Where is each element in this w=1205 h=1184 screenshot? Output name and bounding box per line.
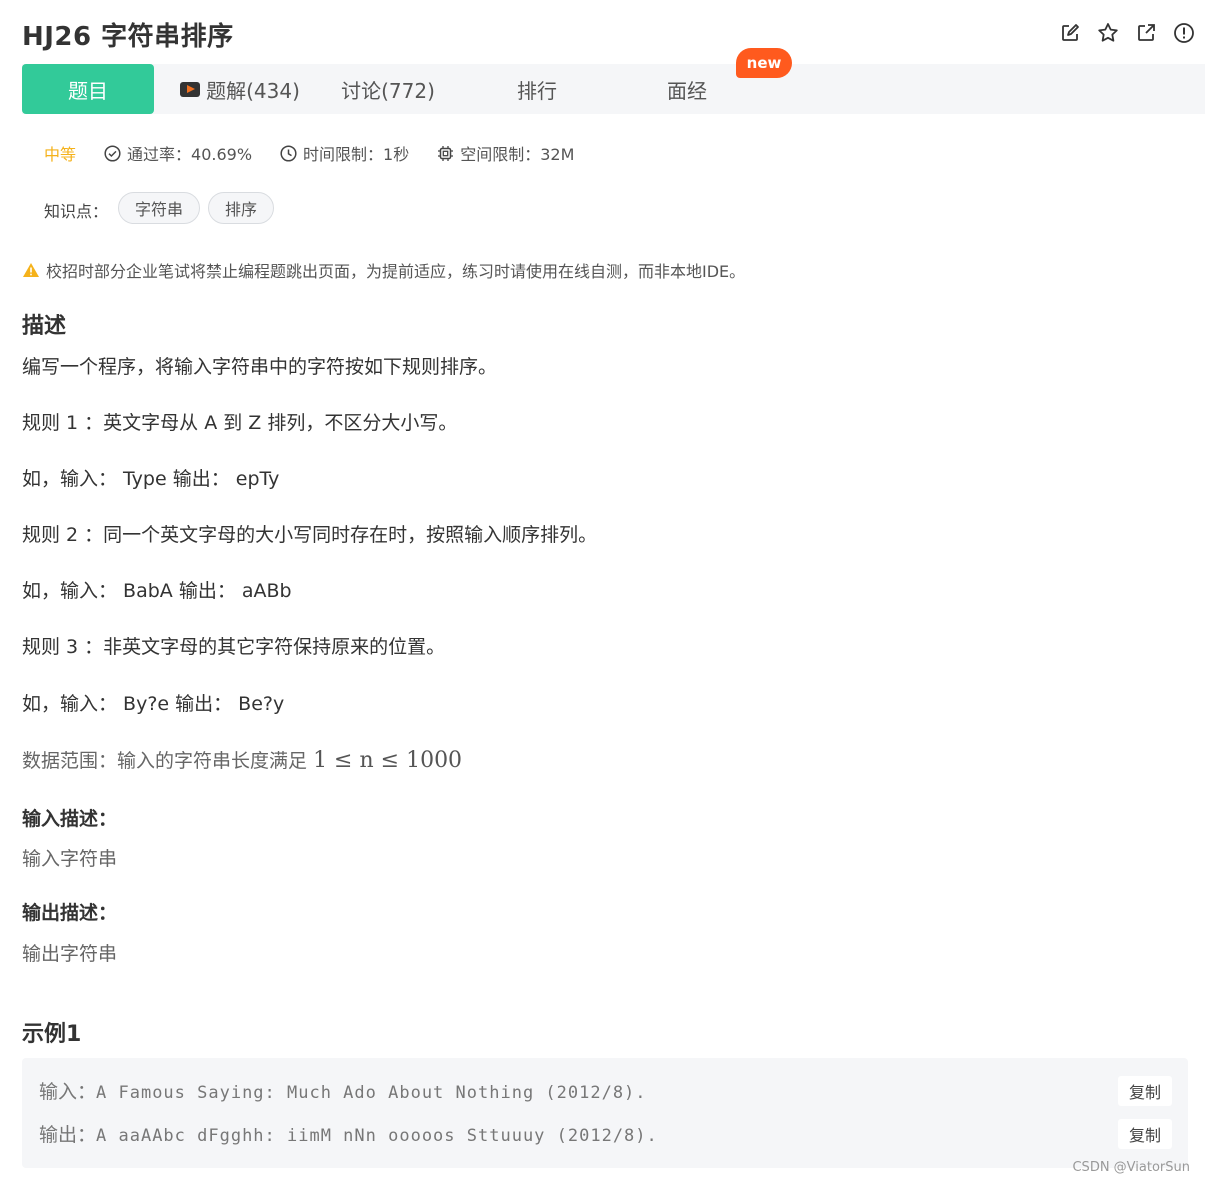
- tab-bar: 题目 题解(434) 讨论(772) 排行 面经: [22, 64, 1205, 114]
- desc-paragraph: 如，输入： Type 输出： epTy: [22, 468, 280, 490]
- data-range-text: 数据范围：输入的字符串长度满足: [22, 750, 308, 772]
- star-icon[interactable]: [1089, 22, 1127, 44]
- watermark: CSDN @ViatorSun: [1072, 1160, 1190, 1175]
- tab-problem[interactable]: 题目: [22, 64, 154, 114]
- tab-ranking[interactable]: 排行: [512, 64, 562, 114]
- desc-paragraph: 编写一个程序，将输入字符串中的字符按如下规则排序。: [22, 356, 498, 378]
- tag-sort[interactable]: 排序: [208, 192, 275, 224]
- pass-rate-text: 通过率：40.69%: [127, 145, 253, 164]
- title-actions: [1051, 22, 1203, 44]
- tab-label: 面经: [667, 78, 707, 103]
- description-heading: 描述: [22, 314, 67, 339]
- example-input-label: 输入：: [39, 1081, 97, 1103]
- info-icon[interactable]: [1165, 22, 1203, 44]
- edit-icon[interactable]: [1051, 22, 1089, 44]
- data-range: 数据范围：输入的字符串长度满足 1 ≤ n ≤ 1000: [22, 746, 462, 773]
- chip-icon: [438, 145, 454, 161]
- external-link-icon[interactable]: [1127, 22, 1165, 44]
- tab-interview[interactable]: 面经: [662, 64, 712, 114]
- difficulty-label: 中等: [44, 145, 77, 164]
- tab-label: 讨论(772): [341, 78, 435, 103]
- data-range-math: 1 ≤ n ≤ 1000: [313, 748, 463, 773]
- desc-paragraph: 规则 3 ：非英文字母的其它字符保持原来的位置。: [22, 636, 446, 658]
- copy-output-button[interactable]: 复制: [1118, 1119, 1172, 1149]
- warning-notice: 校招时部分企业笔试将禁止编程题跳出页面，为提前适应，练习时请使用在线自测，而非本…: [22, 258, 745, 282]
- example-output-label: 输出：: [39, 1124, 97, 1146]
- knowledge-tags: 知识点： 字符串 排序: [44, 192, 282, 224]
- tab-solutions[interactable]: 题解(434): [180, 64, 300, 114]
- desc-paragraph: 规则 2 ：同一个英文字母的大小写同时存在时，按照输入顺序排列。: [22, 524, 598, 546]
- desc-paragraph: 规则 1 ：英文字母从 A 到 Z 排列，不区分大小写。: [22, 412, 458, 434]
- meta-row: 中等 通过率：40.69% 时间限制：1秒 空间限制：32M: [44, 140, 602, 166]
- space-limit-text: 空间限制：32M: [460, 145, 575, 164]
- pass-rate: 通过率：40.69%: [104, 141, 252, 165]
- tab-discussion[interactable]: 讨论(772): [340, 64, 436, 114]
- desc-paragraph: 如，输入： BabA 输出： aABb: [22, 580, 292, 602]
- copy-input-button[interactable]: 复制: [1118, 1076, 1172, 1106]
- input-desc-text: 输入字符串: [22, 848, 118, 870]
- check-circle-icon: [104, 144, 121, 162]
- time-limit-text: 时间限制：1秒: [303, 145, 410, 164]
- tag-string[interactable]: 字符串: [118, 192, 201, 224]
- output-desc-heading: 输出描述：: [22, 902, 118, 924]
- clock-icon: [280, 144, 297, 162]
- title-row: HJ26 字符串排序: [22, 14, 1205, 54]
- knowledge-label: 知识点：: [44, 202, 109, 221]
- example-box: 输入： A Famous Saying: Much Ado About Noth…: [22, 1058, 1188, 1168]
- space-limit: 空间限制：32M: [437, 141, 574, 165]
- tab-label: 题目: [68, 78, 108, 103]
- time-limit: 时间限制：1秒: [280, 141, 409, 165]
- example-heading: 示例1: [22, 1022, 82, 1047]
- input-desc-heading: 输入描述：: [22, 808, 118, 830]
- warning-icon: [23, 263, 39, 277]
- example-output: 输出： A aaAAbc dFgghh: iimM nNn ooooos Stt…: [39, 1120, 658, 1147]
- new-badge: new: [736, 48, 792, 78]
- output-desc-text: 输出字符串: [22, 943, 118, 965]
- example-input: 输入： A Famous Saying: Much Ado About Noth…: [39, 1077, 647, 1104]
- tab-label: 题解(434): [206, 78, 300, 103]
- desc-paragraph: 如，输入： By?e 输出： Be?y: [22, 693, 285, 715]
- example-output-value: A aaAAbc dFgghh: iimM nNn ooooos Sttuuuy…: [96, 1126, 658, 1146]
- warning-text: 校招时部分企业笔试将禁止编程题跳出页面，为提前适应，练习时请使用在线自测，而非本…: [46, 262, 746, 281]
- page-title: HJ26 字符串排序: [22, 22, 234, 52]
- video-icon: [180, 81, 201, 97]
- tab-label: 排行: [517, 78, 557, 103]
- example-input-value: A Famous Saying: Much Ado About Nothing …: [96, 1083, 647, 1103]
